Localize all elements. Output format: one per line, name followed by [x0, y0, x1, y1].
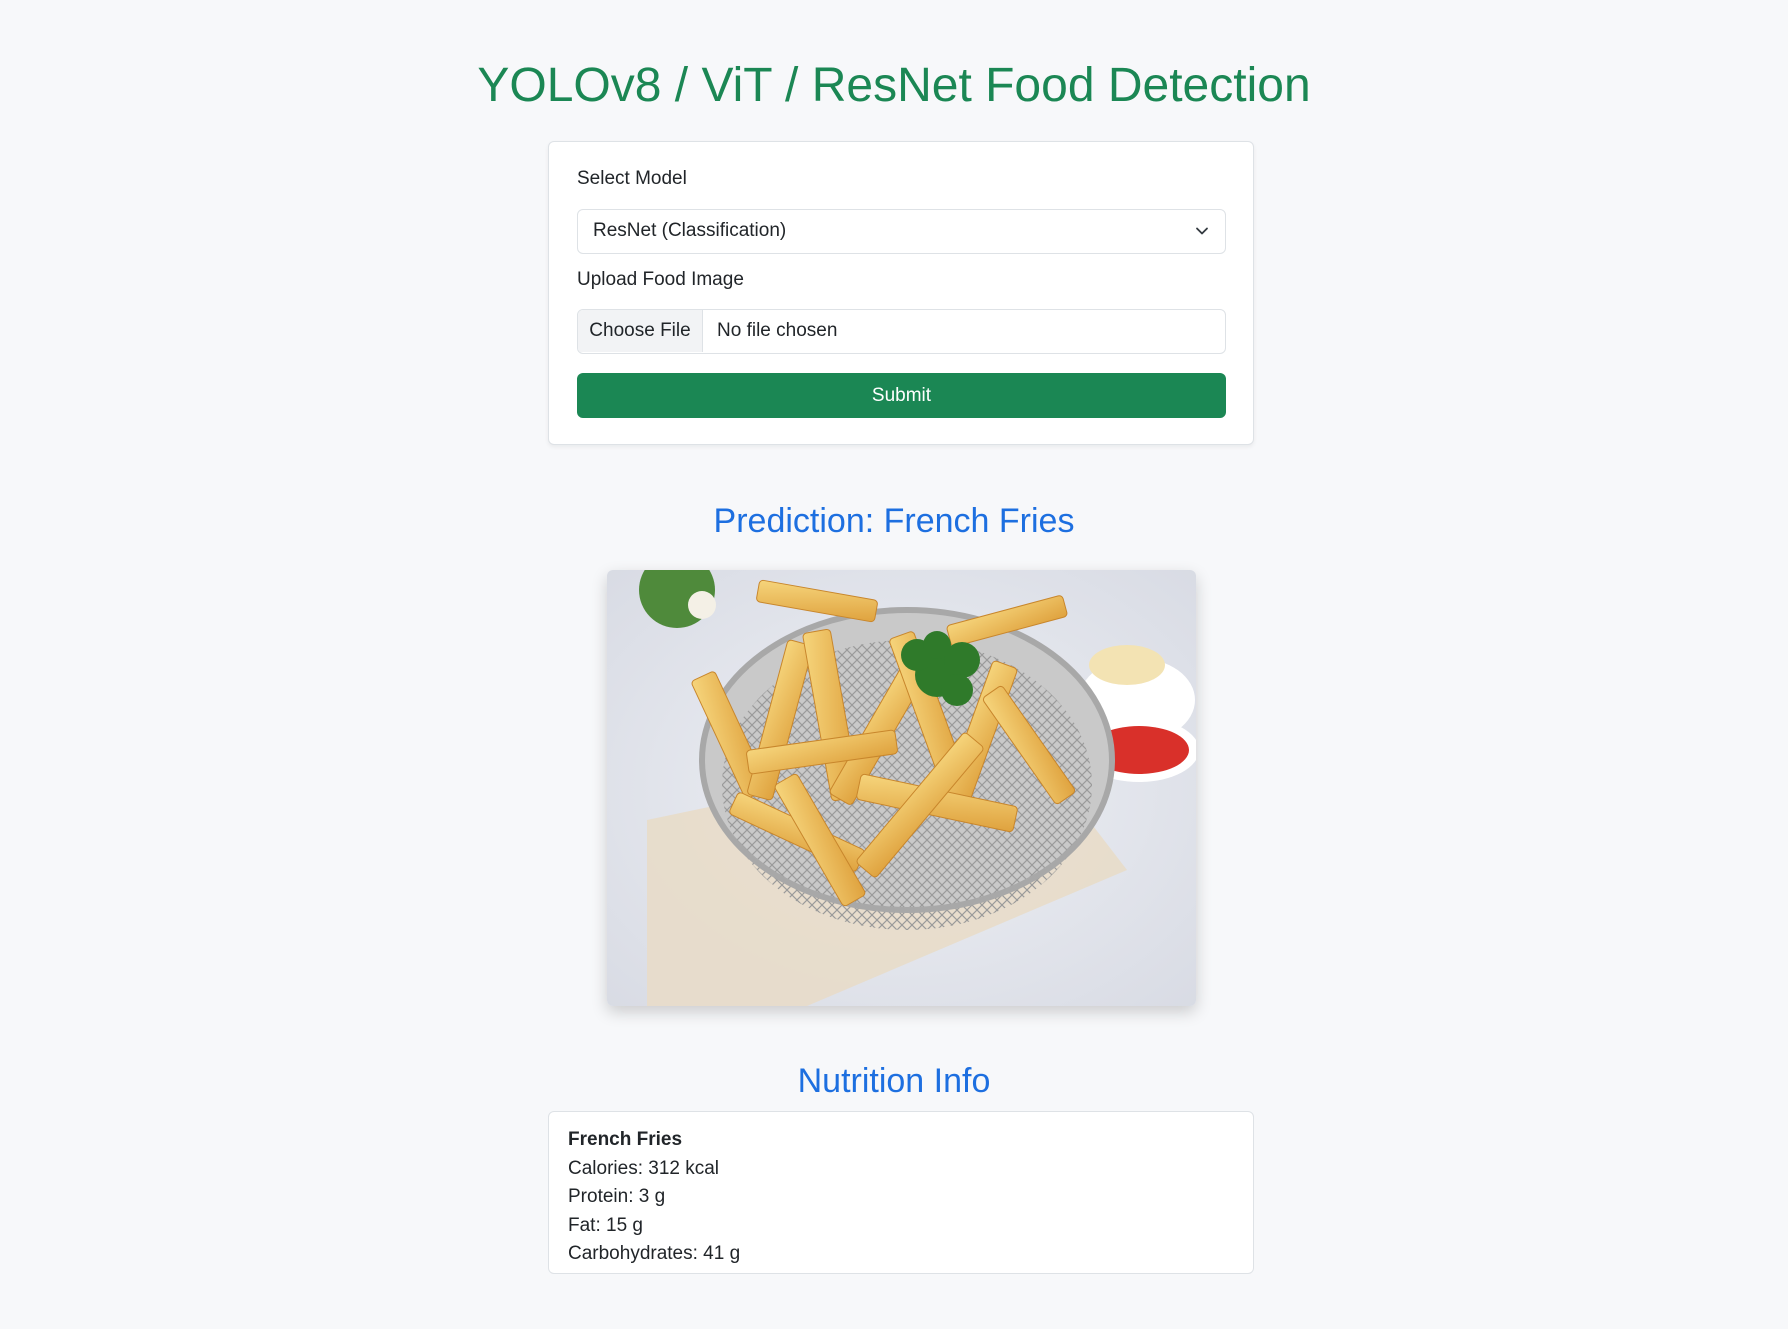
nutrition-calories: Calories: 312 kcal	[568, 1157, 720, 1179]
upload-form: Select Model ResNet (Classification) Upl…	[548, 141, 1254, 445]
file-input[interactable]: Choose File No file chosen	[577, 309, 1226, 354]
upload-label: Upload Food Image	[577, 269, 744, 290]
food-image	[607, 570, 1196, 1006]
file-status: No file chosen	[717, 320, 838, 341]
chevron-down-icon	[1196, 227, 1208, 235]
french-fries-photo-icon	[607, 570, 1196, 1006]
prediction-heading: Prediction: French Fries	[713, 502, 1075, 540]
nutrition-card: French Fries Calories: 312 kcal Protein:…	[548, 1111, 1254, 1274]
model-label: Select Model	[577, 168, 687, 189]
submit-button[interactable]: Submit	[577, 373, 1226, 418]
nutrition-heading: Nutrition Info	[797, 1062, 991, 1100]
nutrition-protein: Protein: 3 g	[568, 1186, 666, 1207]
nutrition-food-name: French Fries	[568, 1129, 683, 1150]
page-title: YOLOv8 / ViT / ResNet Food Detection	[477, 59, 1311, 112]
choose-file-button[interactable]: Choose File	[578, 310, 703, 352]
model-select-value: ResNet (Classification)	[593, 220, 787, 241]
nutrition-carbs: Carbohydrates: 41 g	[568, 1243, 741, 1264]
nutrition-fat: Fat: 15 g	[568, 1214, 643, 1236]
model-select[interactable]: ResNet (Classification)	[577, 209, 1226, 254]
